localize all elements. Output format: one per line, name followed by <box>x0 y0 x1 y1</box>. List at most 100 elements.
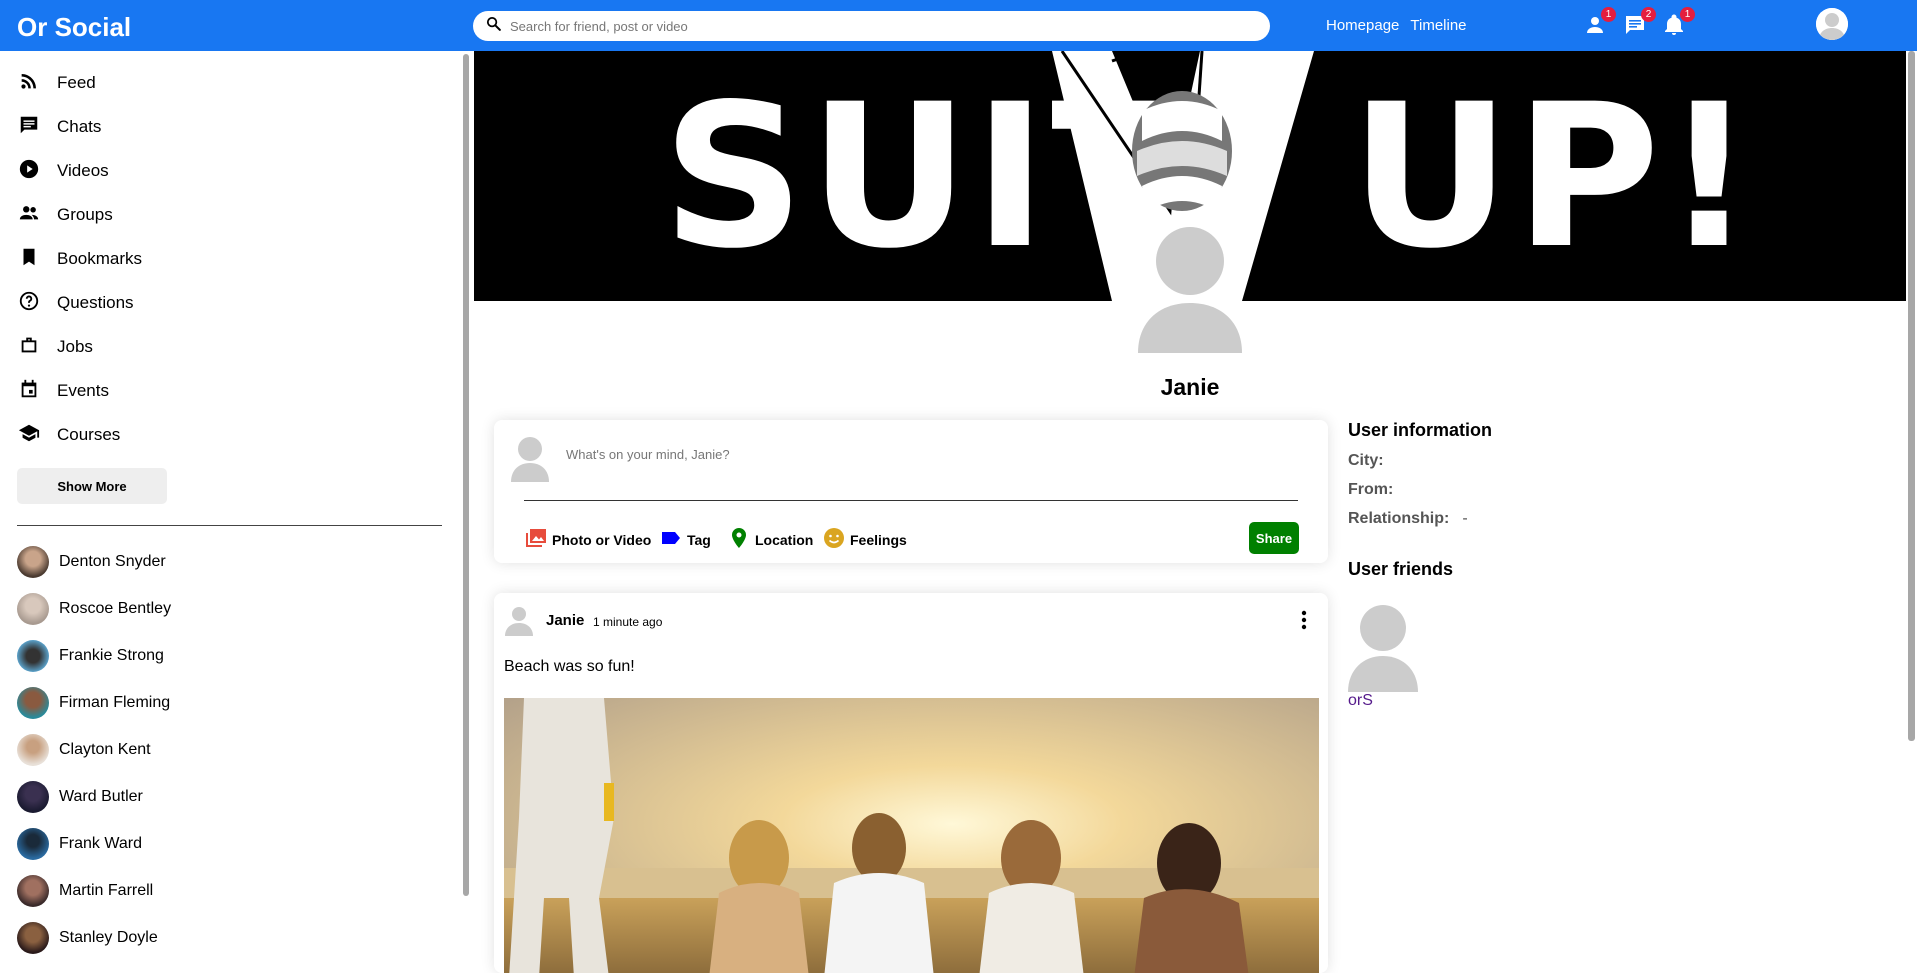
avatar <box>17 687 49 719</box>
homepage-link[interactable]: Homepage <box>1326 17 1399 34</box>
friend-item[interactable]: Denton Snyder <box>17 546 166 578</box>
friend-item[interactable]: Frankie Strong <box>17 640 164 672</box>
friend-item[interactable]: Roscoe Bentley <box>17 593 171 625</box>
sidebar: Feed Chats Videos Groups Bookmarks Quest… <box>0 51 465 967</box>
friend-name: Frankie Strong <box>59 647 164 664</box>
cover-text-right: UP! <box>1350 61 1759 292</box>
friend-requests-badge: 1 <box>1601 7 1616 22</box>
post-text: Beach was so fun! <box>504 658 635 675</box>
sidebar-item-label: Questions <box>57 293 134 312</box>
notifications-badge: 1 <box>1680 7 1695 22</box>
sidebar-item-label: Courses <box>57 425 121 444</box>
friend-item[interactable]: Clayton Kent <box>17 734 151 766</box>
friend-name: Martin Farrell <box>59 882 154 899</box>
post-image[interactable] <box>504 698 1319 973</box>
sidebar-item-courses[interactable]: Courses <box>18 423 120 447</box>
chat-icon[interactable]: 2 <box>1623 7 1656 37</box>
relationship-row: Relationship: - <box>1348 510 1468 528</box>
sidebar-item-bookmarks[interactable]: Bookmarks <box>18 247 142 271</box>
sidebar-item-label: Chats <box>57 117 102 136</box>
sidebar-item-events[interactable]: Events <box>18 379 109 403</box>
show-more-button[interactable]: Show More <box>17 468 167 504</box>
rss-feed-icon <box>18 70 57 97</box>
feelings-option[interactable]: Feelings <box>822 526 907 553</box>
search-icon <box>485 15 510 37</box>
post-input[interactable] <box>566 447 1266 462</box>
search-input[interactable] <box>510 18 1250 34</box>
from-label: From: <box>1348 481 1394 498</box>
group-icon <box>18 202 57 229</box>
bookmark-icon <box>18 246 57 273</box>
school-icon <box>18 422 57 449</box>
friend-name: Ward Butler <box>59 788 143 805</box>
work-icon <box>18 334 57 361</box>
top-bar: Or Social Homepage Timeline 1 2 1 <box>0 0 1917 51</box>
avatar[interactable] <box>505 606 533 636</box>
top-links: Homepage Timeline <box>1326 17 1467 34</box>
sidebar-item-feed[interactable]: Feed <box>18 71 96 95</box>
city-label: City: <box>1348 452 1384 469</box>
avatar <box>17 922 49 954</box>
avatar <box>17 546 49 578</box>
tag-option[interactable]: Tag <box>659 526 711 553</box>
sidebar-item-label: Feed <box>57 73 96 92</box>
share-box: Photo or Video Tag Location Feelings Sha… <box>494 420 1328 563</box>
friend-name: Stanley Doyle <box>59 929 158 946</box>
notifications-icon[interactable]: 1 <box>1662 7 1695 37</box>
person-icon[interactable]: 1 <box>1583 7 1616 37</box>
help-circle-icon <box>18 290 57 317</box>
friend-item[interactable]: Ward Butler <box>17 781 143 813</box>
sidebar-item-jobs[interactable]: Jobs <box>18 335 93 359</box>
friend-card[interactable]: orS <box>1348 604 1428 710</box>
sidebar-scrollbar[interactable] <box>463 54 469 896</box>
friend-item[interactable]: Firman Fleming <box>17 687 170 719</box>
avatar <box>17 828 49 860</box>
avatar <box>17 781 49 813</box>
more-vert-icon[interactable] <box>1294 608 1314 632</box>
friend-item[interactable]: Martin Farrell <box>17 875 153 907</box>
user-avatar[interactable] <box>1816 8 1848 40</box>
sidebar-item-groups[interactable]: Groups <box>18 203 113 227</box>
friend-name: Denton Snyder <box>59 553 166 570</box>
user-info-title: User information <box>1348 420 1493 440</box>
avatar <box>17 640 49 672</box>
location-pin-icon <box>727 526 755 553</box>
avatar <box>1348 604 1418 692</box>
post-username[interactable]: Janie <box>546 612 584 629</box>
relationship-value: - <box>1462 510 1468 527</box>
sidebar-item-videos[interactable]: Videos <box>18 159 109 183</box>
share-button[interactable]: Share <box>1249 522 1299 554</box>
main-scrollbar[interactable] <box>1908 51 1915 741</box>
sidebar-item-label: Videos <box>57 161 109 180</box>
user-friends-title: User friends <box>1348 559 1454 579</box>
profile-name: Janie <box>1160 374 1220 400</box>
search-bar[interactable] <box>473 11 1270 41</box>
event-icon <box>18 378 57 405</box>
city-row: City: <box>1348 452 1397 470</box>
label-icon <box>659 526 687 553</box>
relationship-label: Relationship: <box>1348 510 1450 527</box>
sidebar-item-label: Groups <box>57 205 113 224</box>
avatar <box>17 593 49 625</box>
friend-name: Firman Fleming <box>59 694 171 711</box>
share-divider <box>524 500 1298 501</box>
play-circle-icon <box>18 158 57 185</box>
app-logo[interactable]: Or Social <box>17 12 131 43</box>
sidebar-item-chats[interactable]: Chats <box>18 115 101 139</box>
friend-item[interactable]: Frank Ward <box>17 828 142 860</box>
sidebar-item-label: Bookmarks <box>57 249 143 268</box>
avatar <box>17 875 49 907</box>
sidebar-item-questions[interactable]: Questions <box>18 291 134 315</box>
timeline-link[interactable]: Timeline <box>1410 17 1466 34</box>
avatar <box>511 436 549 482</box>
location-option[interactable]: Location <box>727 526 813 553</box>
friend-name: Frank Ward <box>59 835 142 852</box>
friend-name: Roscoe Bentley <box>59 600 172 617</box>
from-row: From: <box>1348 481 1406 499</box>
profile-avatar[interactable] <box>1138 225 1242 353</box>
friend-name: orS <box>1348 692 1373 709</box>
friend-item[interactable]: Stanley Doyle <box>17 922 158 954</box>
photo-video-option[interactable]: Photo or Video <box>524 526 651 553</box>
photo-library-icon <box>524 526 552 553</box>
friend-name: Clayton Kent <box>59 741 151 758</box>
